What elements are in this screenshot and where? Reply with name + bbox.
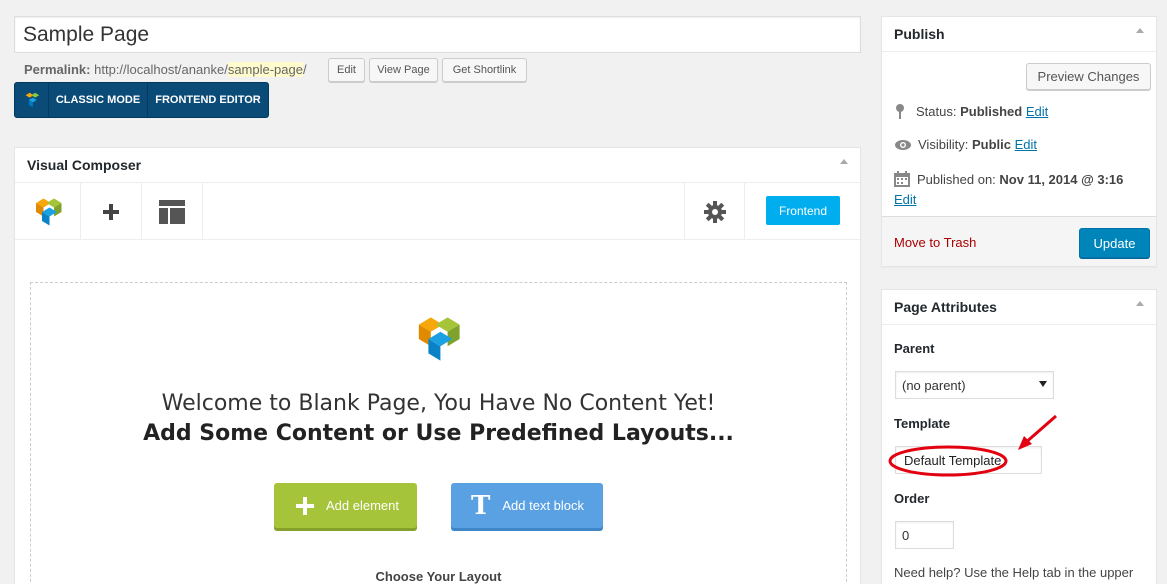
page-attributes-box: Page Attributes Parent (no parent) Templ…: [881, 289, 1157, 584]
vc-logo-icon: [414, 315, 462, 368]
add-element-label: Add element: [326, 498, 399, 513]
add-element-icon[interactable]: [81, 183, 142, 240]
welcome-subheading: Add Some Content or Use Predefined Layou…: [143, 421, 734, 446]
choose-layout-heading: Choose Your Layout: [31, 569, 846, 584]
status-label: Status:: [916, 103, 957, 119]
classic-mode-button[interactable]: CLASSIC MODE: [49, 83, 147, 117]
order-value: 0: [902, 527, 910, 543]
vc-empty-canvas: Welcome to Blank Page, You Have No Conte…: [30, 282, 847, 584]
text-t-icon: T: [471, 490, 491, 521]
permalink-base: http://localhost/ananke/: [94, 62, 228, 77]
eye-icon: [895, 139, 911, 150]
published-on-label: Published on:: [917, 171, 996, 187]
collapse-arrow-icon[interactable]: [840, 159, 848, 164]
parent-select[interactable]: (no parent): [895, 371, 1054, 399]
frontend-button[interactable]: Frontend: [766, 196, 840, 225]
visual-composer-box: Visual Composer Frontend Welcome to Blan…: [14, 147, 861, 584]
layout-template-icon[interactable]: [142, 183, 203, 240]
visibility-row: Visibility: Public Edit: [894, 137, 1037, 152]
get-shortlink-button[interactable]: Get Shortlink: [442, 58, 527, 82]
page-attributes-title: Page Attributes: [894, 299, 997, 315]
published-on-edit-link[interactable]: Edit: [894, 192, 916, 207]
publish-box: Publish Preview Changes Status: Publishe…: [881, 16, 1157, 267]
vc-logo-icon: [15, 83, 49, 117]
publish-header: Publish: [882, 17, 1156, 52]
published-on-edit-row: Edit: [894, 192, 916, 207]
calendar-icon: [894, 171, 910, 187]
vc-toolbar: Frontend: [15, 183, 860, 240]
help-text: Need help? Use the Help tab in the upper: [894, 565, 1134, 580]
visibility-label: Visibility:: [918, 137, 969, 152]
order-input[interactable]: 0: [895, 521, 954, 549]
published-on-value: Nov 11, 2014 @ 3:16: [999, 171, 1124, 187]
page-attributes-header: Page Attributes: [882, 290, 1156, 325]
welcome-heading: Welcome to Blank Page, You Have No Conte…: [161, 391, 716, 416]
status-row: Status: Published Edit: [894, 103, 1048, 119]
vc-box-title: Visual Composer: [27, 157, 142, 173]
vc-box-header: Visual Composer: [15, 148, 860, 183]
add-text-block-label: Add text block: [502, 498, 585, 513]
visibility-value: Public: [971, 137, 1011, 152]
status-value: Published: [960, 103, 1023, 119]
plus-icon: [296, 496, 314, 515]
permalink-slug[interactable]: sample-page: [227, 62, 303, 77]
gear-icon[interactable]: [684, 183, 745, 240]
add-text-block-button[interactable]: T Add text block: [451, 483, 603, 528]
frontend-editor-button[interactable]: FRONTEND EDITOR: [147, 83, 268, 117]
publish-title: Publish: [894, 26, 945, 42]
parent-label: Parent: [894, 341, 935, 356]
annotation-highlight: [888, 414, 1057, 477]
permalink-label: Permalink:: [24, 62, 91, 77]
published-on-row: Published on: Nov 11, 2014 @ 3:16: [894, 171, 1123, 187]
vc-logo-icon[interactable]: [15, 183, 81, 240]
move-to-trash-link[interactable]: Move to Trash: [894, 235, 976, 250]
chevron-down-icon: [1039, 381, 1047, 387]
update-button[interactable]: Update: [1079, 228, 1150, 258]
visibility-edit-link[interactable]: Edit: [1015, 137, 1037, 152]
collapse-arrow-icon[interactable]: [1136, 301, 1144, 306]
post-title-input[interactable]: Sample Page: [14, 16, 861, 53]
pin-icon: [896, 104, 904, 119]
add-element-button[interactable]: Add element: [274, 483, 417, 528]
order-label: Order: [894, 491, 930, 506]
collapse-arrow-icon[interactable]: [1136, 28, 1144, 33]
parent-select-value: (no parent): [902, 377, 966, 393]
publish-actions: Move to Trash Update: [882, 216, 1156, 266]
preview-changes-button[interactable]: Preview Changes: [1026, 63, 1151, 90]
permalink-end: /: [302, 62, 307, 77]
permalink-edit-button[interactable]: Edit: [328, 58, 365, 82]
vc-mode-switch: CLASSIC MODE FRONTEND EDITOR: [14, 82, 269, 118]
permalink: Permalink: http://localhost/ananke/sampl…: [24, 62, 307, 78]
view-page-button[interactable]: View Page: [369, 58, 438, 82]
status-edit-link[interactable]: Edit: [1026, 104, 1048, 119]
